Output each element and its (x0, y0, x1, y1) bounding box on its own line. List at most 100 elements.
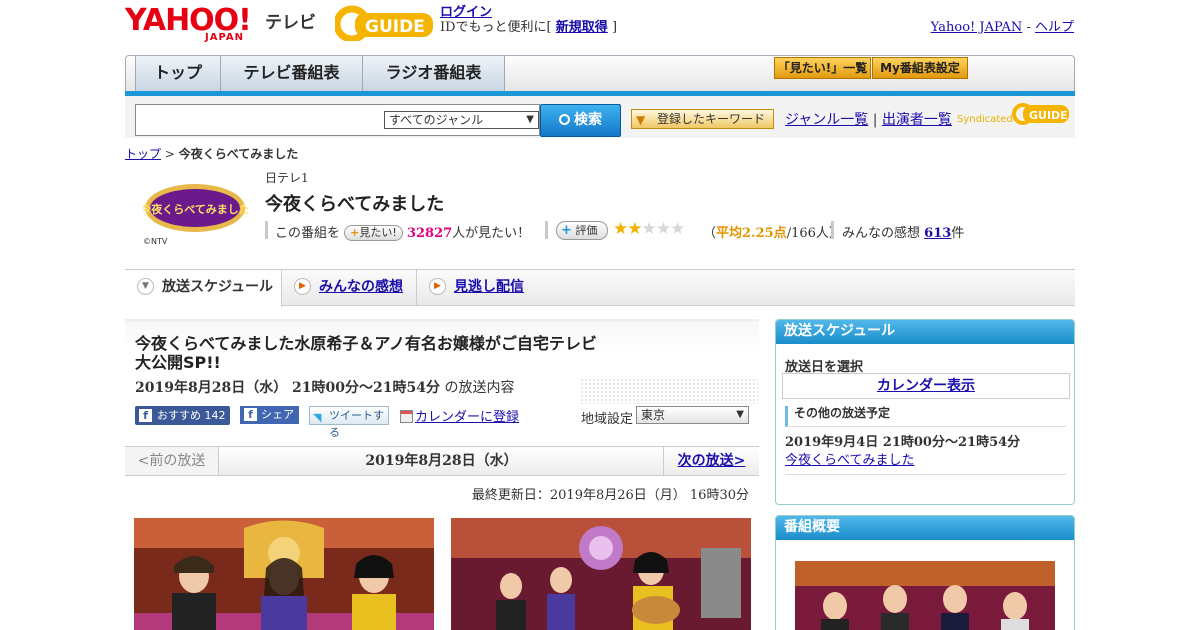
mitai-list-button[interactable]: 「見たい!」一覧 (774, 57, 871, 79)
help-link[interactable]: ヘルプ (1035, 20, 1074, 35)
breadcrumb-top-link[interactable]: トップ (125, 147, 161, 161)
genre-list-link[interactable]: ジャンル一覧 (785, 112, 868, 128)
my-schedule-settings-button[interactable]: My番組表設定 (872, 57, 968, 79)
mitai-button-label: 見たい! (359, 226, 397, 239)
calendar-display-cell: カレンダー表示 (782, 373, 1070, 399)
region-label: 地域設定 (581, 412, 634, 427)
rating-open: （ (703, 226, 717, 241)
link-separator: | (872, 112, 878, 128)
episode-datetime-suffix: の放送内容 (444, 380, 515, 396)
divider (545, 221, 548, 239)
nav-tab-tv-schedule[interactable]: テレビ番組表 (221, 56, 363, 91)
star-icon: ★ (613, 219, 628, 239)
star-icon: ★ (627, 219, 642, 239)
facebook-recommend-button[interactable]: f おすすめ 142 (135, 406, 230, 425)
dropdown-arrow-icon: ▼ (736, 409, 744, 420)
impressions-unit: 件 (951, 226, 965, 241)
prev-broadcast-link[interactable]: <前の放送 (125, 447, 219, 475)
mitai-button[interactable]: +見たい! (344, 225, 403, 241)
rating-summary: （平均2.25点/166人） (703, 222, 842, 241)
impressions-label: みんなの感想 (842, 226, 921, 241)
chevron-down-icon: ▼ (137, 278, 154, 295)
episode-photo (134, 518, 434, 630)
register-link[interactable]: 新規取得 (556, 20, 608, 35)
region-select[interactable]: 東京 ▼ (636, 406, 749, 424)
dropdown-triangle-icon: ▼ (636, 113, 646, 127)
breadcrumb-current: 今夜くらべてみました (178, 147, 299, 161)
syndicated-text: Syndicated (957, 114, 1013, 125)
calendar-icon (400, 410, 413, 423)
other-broadcasts-label: その他の放送予定 (785, 406, 1066, 427)
rating-average: 平均2.25点 (716, 226, 787, 241)
tab-schedule[interactable]: ▼ 放送スケジュール (125, 270, 282, 307)
program-title: 今夜くらべてみました (265, 194, 445, 215)
search-button-label: 検索 (574, 112, 602, 128)
calendar-display-link[interactable]: カレンダー表示 (877, 378, 975, 394)
star-icon: ★ (655, 219, 671, 239)
region-select-value: 東京 (641, 408, 666, 422)
divider (785, 474, 1066, 475)
program-tabs: ▼ 放送スケジュール ▶ みんなの感想 ▶ 見逃し配信 (125, 269, 1075, 307)
sidebar-summary-box: 番組概要 (775, 515, 1075, 630)
mitai-count: 32827 (406, 226, 453, 241)
other-broadcast-cell: 今夜くらべてみました (785, 449, 914, 468)
login-prompt-suffix: ] (611, 20, 618, 35)
mitai-suffix: 人が見たい！ (452, 226, 531, 241)
tv-label[interactable]: テレビ (265, 8, 316, 33)
tab-streaming-label[interactable]: 見逃し配信 (454, 279, 524, 295)
login-prompt-prefix: IDでもっと便利に[ (440, 20, 552, 35)
cast-list-link[interactable]: 出演者一覧 (882, 112, 952, 128)
twitter-bird-icon: ◥ (313, 411, 322, 424)
tab-impressions-label[interactable]: みんなの感想 (319, 279, 403, 295)
last-updated: 最終更新日：2019年8月26日（月） 16時30分 (471, 488, 749, 503)
dropdown-arrow-icon: ▼ (526, 114, 534, 125)
registered-keyword-button[interactable]: ▼ 登録したキーワード (631, 109, 774, 129)
other-broadcast-link[interactable]: 今夜くらべてみました (785, 453, 914, 468)
genre-select[interactable]: すべてのジャンル ▼ (384, 111, 539, 129)
syndicated-gguide-logo: Syndicated GUIDE (957, 101, 1069, 127)
mitai-prefix: この番組を (275, 226, 341, 241)
top-right-links: Yahoo! JAPAN - ヘルプ (931, 16, 1074, 35)
facebook-share-button[interactable]: f シェア (240, 406, 299, 424)
impressions-count-link[interactable]: 613 (924, 226, 951, 241)
tab-streaming[interactable]: ▶ 見逃し配信 (417, 270, 547, 305)
calendar-register[interactable]: カレンダーに登録 (400, 406, 519, 425)
divider (265, 221, 268, 239)
search-button[interactable]: 検索 (540, 104, 621, 137)
rate-button[interactable]: + 評価 (556, 221, 608, 240)
broadcast-pager: <前の放送 2019年8月28日（水） 次の放送> (125, 446, 759, 476)
summary-photo (795, 561, 1055, 630)
play-arrow-icon: ▶ (429, 278, 446, 295)
copyright-note: ©NTV (143, 237, 168, 246)
login-link[interactable]: ログイン (440, 5, 492, 20)
sidebar-schedule-box: 放送スケジュール 放送日を選択 カレンダー表示 その他の放送予定 2019年9月… (775, 319, 1075, 505)
yahoo-logo-subtext: JAPAN (205, 32, 244, 43)
breadcrumb: トップ > 今夜くらべてみました (125, 145, 298, 162)
tab-impressions[interactable]: ▶ みんなの感想 (282, 270, 417, 305)
nav-tab-radio-schedule[interactable]: ラジオ番組表 (363, 56, 505, 91)
nav-tab-top[interactable]: トップ (135, 56, 221, 91)
pager-current-date: 2019年8月28日（水） (365, 453, 518, 469)
calendar-register-link[interactable]: カレンダーに登録 (415, 410, 519, 425)
rating-stars: ★★★★★ (613, 219, 685, 239)
channel-name: 日テレ1 (265, 171, 309, 185)
program-logo-text: 今夜くらべてみました (143, 202, 248, 216)
episode-title: 今夜くらべてみました水原希子＆アノ有名お嬢様がご自宅テレビ大公開SP!! (135, 334, 597, 372)
syndicated-logo-text: GUIDE (1029, 109, 1068, 122)
next-broadcast-link[interactable]: 次の放送> (678, 453, 746, 469)
facebook-icon: f (139, 409, 152, 422)
search-icon (559, 114, 570, 125)
rate-button-label: 評価 (575, 224, 598, 237)
gguide-logo[interactable]: GUIDE (333, 5, 433, 43)
sidebar-schedule-header: 放送スケジュール (776, 320, 1074, 344)
facebook-icon: f (244, 408, 257, 421)
genre-select-value: すべてのジャンル (389, 113, 484, 127)
episode-datetime-row: 2019年8月28日（水） 21時00分～21時54分 の放送内容 (135, 377, 514, 397)
yahoo-japan-link[interactable]: Yahoo! JAPAN (931, 20, 1023, 35)
share-label: シェア (261, 408, 294, 421)
yahoo-japan-logo[interactable]: YAHOO! JAPAN (125, 6, 261, 44)
keyword-button-label: 登録したキーワード (656, 112, 765, 126)
login-box: ログイン IDでもっと便利に[ 新規取得 ] (440, 5, 617, 35)
mitai-row: この番組を +見たい! 32827人が見たい！ (275, 222, 530, 241)
tweet-button[interactable]: ◥ ツイートする (309, 406, 389, 439)
